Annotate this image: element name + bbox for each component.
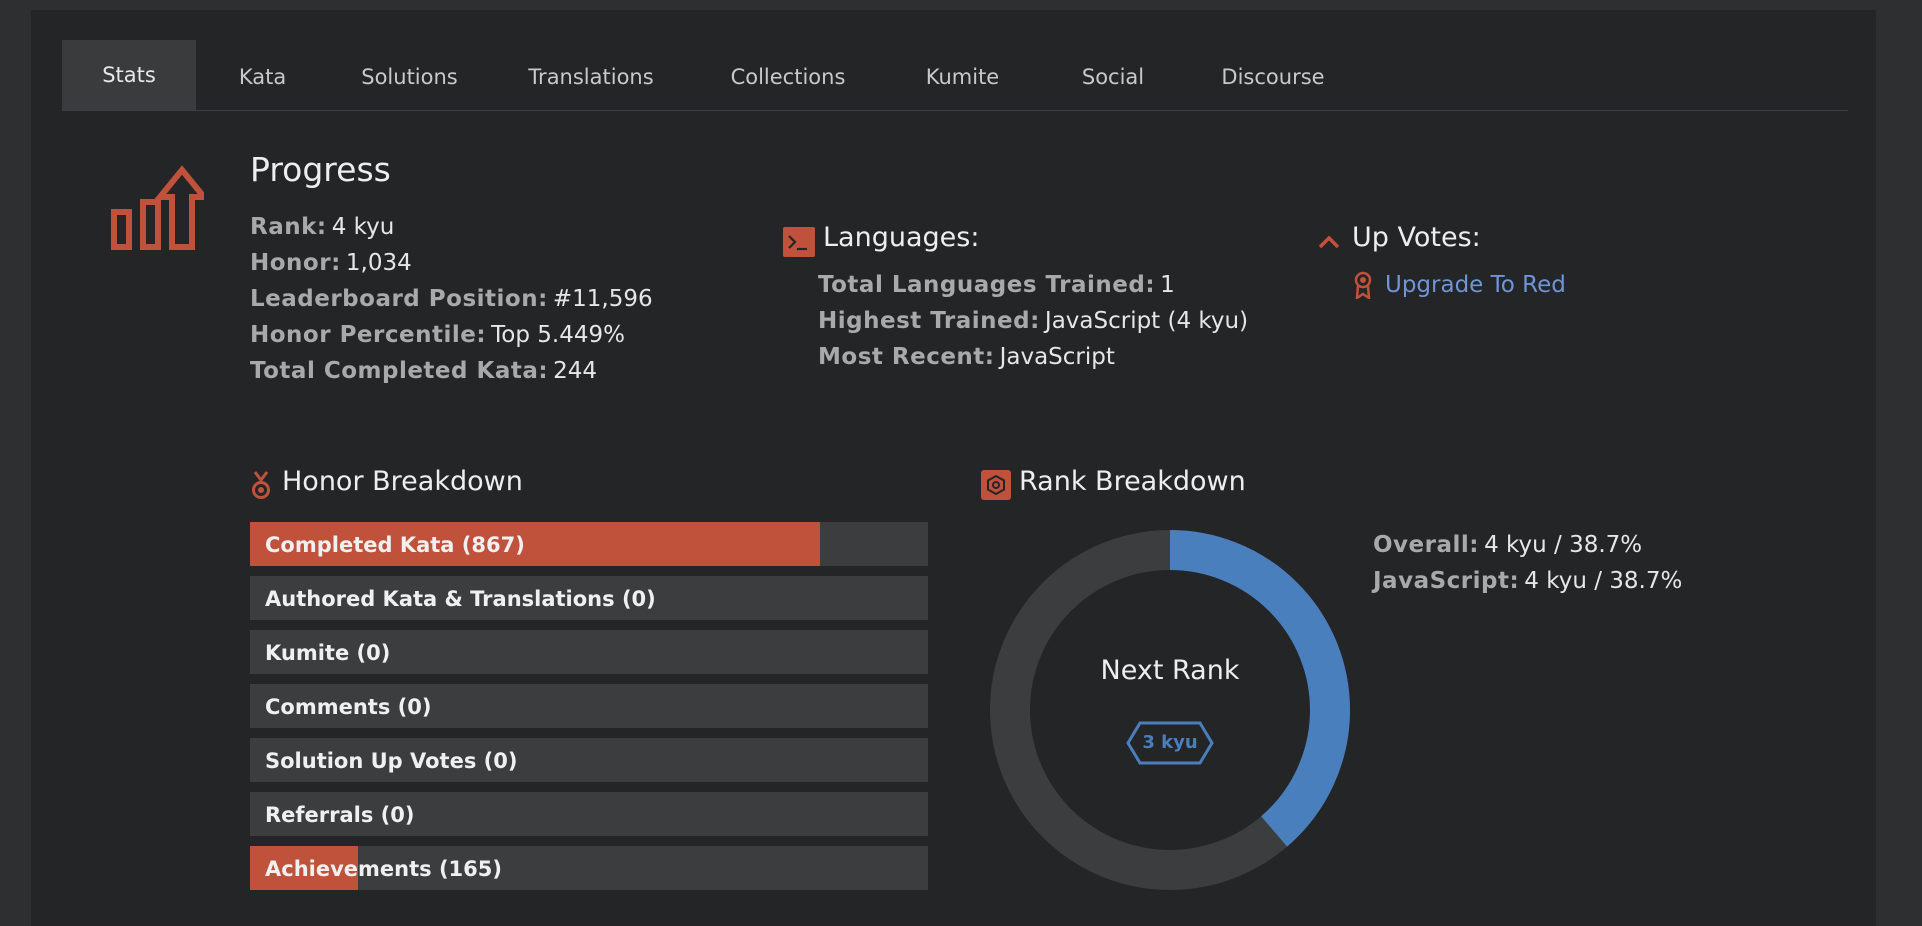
rank-breakdown-title: Rank Breakdown <box>1019 466 1246 497</box>
progress-chart-icon <box>111 165 204 250</box>
highest-trained-row: Highest Trained: JavaScript (4 kyu) <box>818 308 1248 334</box>
honor-bar-label: Authored Kata & Translations (0) <box>265 587 656 611</box>
most-recent-row: Most Recent: JavaScript <box>818 344 1115 370</box>
honor-bar-label: Completed Kata (867) <box>265 533 525 557</box>
total-languages-value: 1 <box>1160 272 1175 298</box>
honor-bar-label: Referrals (0) <box>265 803 415 827</box>
honor-percentile-value: Top 5.449% <box>491 322 625 348</box>
overall-rank-row: Overall: 4 kyu / 38.7% <box>1373 532 1642 558</box>
tab-discourse[interactable]: Discourse <box>1185 40 1361 110</box>
most-recent-value: JavaScript <box>999 344 1115 370</box>
honor-bar: Solution Up Votes (0) <box>250 738 928 782</box>
progress-title: Progress <box>250 150 391 189</box>
upvotes-title: Up Votes: <box>1352 222 1481 253</box>
completed-kata-value: 244 <box>553 358 598 384</box>
honor-bar-label: Achievements (165) <box>265 857 502 881</box>
honor-bar: Authored Kata & Translations (0) <box>250 576 928 620</box>
languages-title: Languages: <box>823 222 980 253</box>
tab-kumite[interactable]: Kumite <box>884 40 1041 110</box>
highest-trained-label: Highest Trained: <box>818 308 1040 334</box>
upgrade-to-red-link[interactable]: Upgrade To Red <box>1385 272 1566 298</box>
terminal-icon <box>783 227 815 257</box>
leaderboard-label: Leaderboard Position: <box>250 286 548 312</box>
profile-tabs: Stats Kata Solutions Translations Collec… <box>62 40 1848 111</box>
highest-trained-value: JavaScript (4 kyu) <box>1044 308 1249 334</box>
honor-value: 1,034 <box>345 250 412 276</box>
tab-stats[interactable]: Stats <box>62 40 196 110</box>
leaderboard-value: #11,596 <box>552 286 653 312</box>
medal-icon <box>252 471 270 499</box>
honor-percentile-row: Honor Percentile: Top 5.449% <box>250 322 625 348</box>
honor-bar: Kumite (0) <box>250 630 928 674</box>
tab-solutions[interactable]: Solutions <box>329 40 490 110</box>
honor-bar-label: Kumite (0) <box>265 641 391 665</box>
honor-percentile-label: Honor Percentile: <box>250 322 487 348</box>
leaderboard-row: Leaderboard Position: #11,596 <box>250 286 653 312</box>
rank-label: Rank: <box>250 214 327 240</box>
next-rank-label: Next Rank <box>1100 655 1240 686</box>
honor-bar: Comments (0) <box>250 684 928 728</box>
honor-row: Honor: 1,034 <box>250 250 412 276</box>
tab-collections[interactable]: Collections <box>692 40 884 110</box>
rank-value: 4 kyu <box>331 214 395 240</box>
javascript-rank-row: JavaScript: 4 kyu / 38.7% <box>1373 568 1682 594</box>
tab-kata[interactable]: Kata <box>196 40 329 110</box>
next-rank-value: 3 kyu <box>1142 732 1198 753</box>
completed-kata-label: Total Completed Kata: <box>250 358 549 384</box>
overall-rank-label: Overall: <box>1373 532 1479 558</box>
overall-rank-value: 4 kyu / 38.7% <box>1484 532 1643 558</box>
honor-bar-label: Solution Up Votes (0) <box>265 749 518 773</box>
ribbon-icon <box>1354 271 1372 299</box>
honor-bar-label: Comments (0) <box>265 695 432 719</box>
honor-bar: Completed Kata (867) <box>250 522 928 566</box>
total-languages-label: Total Languages Trained: <box>818 272 1156 298</box>
honor-label: Honor: <box>250 250 341 276</box>
most-recent-label: Most Recent: <box>818 344 995 370</box>
javascript-rank-value: 4 kyu / 38.7% <box>1524 568 1683 594</box>
tab-social[interactable]: Social <box>1041 40 1185 110</box>
total-languages-row: Total Languages Trained: 1 <box>818 272 1175 298</box>
chevron-up-icon <box>1318 235 1340 249</box>
completed-kata-row: Total Completed Kata: 244 <box>250 358 597 384</box>
rank-progress-donut <box>990 530 1350 890</box>
rank-hexagon-icon <box>981 470 1011 500</box>
rank-row: Rank: 4 kyu <box>250 214 394 240</box>
javascript-rank-label: JavaScript: <box>1373 568 1520 594</box>
honor-bar: Achievements (165) <box>250 846 928 890</box>
honor-bar: Referrals (0) <box>250 792 928 836</box>
tab-translations[interactable]: Translations <box>490 40 692 110</box>
honor-breakdown-title: Honor Breakdown <box>282 466 523 497</box>
